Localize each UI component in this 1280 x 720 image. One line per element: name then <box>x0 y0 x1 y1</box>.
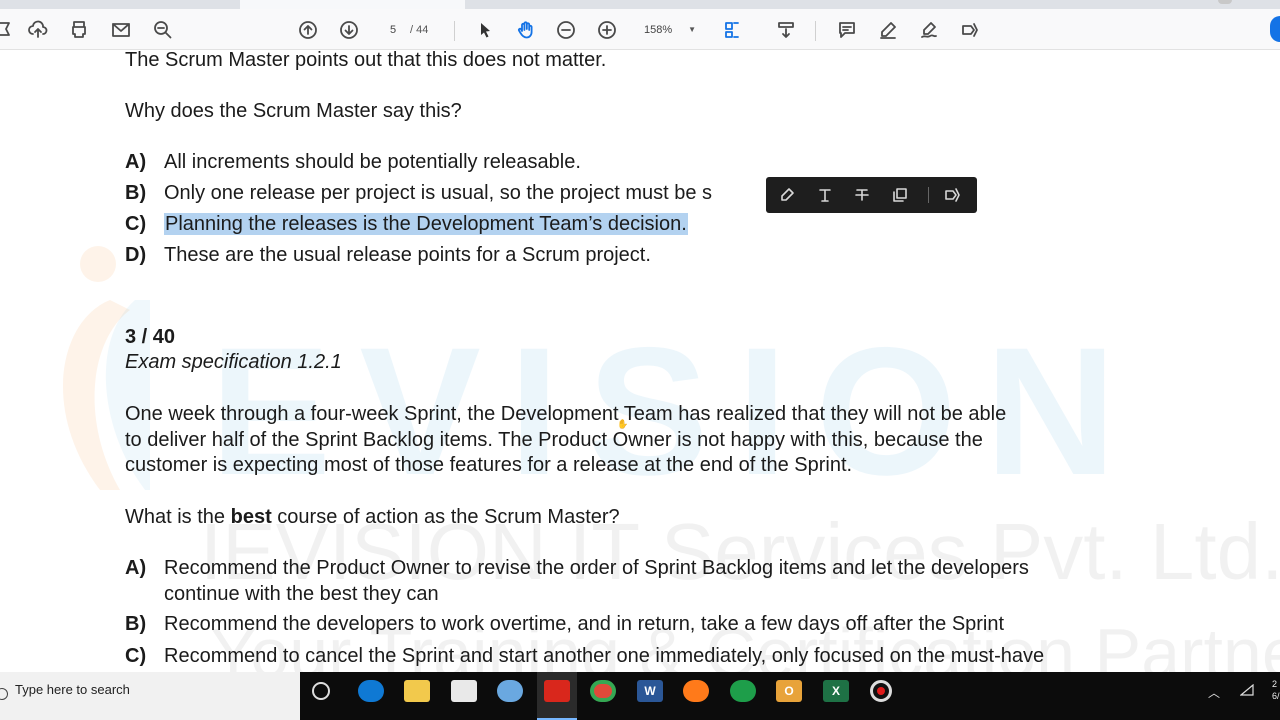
question-3-prompt: What is the best course of action as the… <box>125 505 620 530</box>
q3-option-a-text-2: continue with the best they can <box>164 583 439 605</box>
chat-app-icon[interactable] <box>730 680 756 702</box>
q2-option-b-text: Only one release per project is usual, s… <box>164 182 713 204</box>
zoom-in-icon[interactable] <box>594 17 620 43</box>
outlook-icon[interactable]: O <box>776 680 802 702</box>
copy-text-icon[interactable] <box>890 185 910 205</box>
popup-divider <box>928 187 929 203</box>
q2-option-b-letter: B) <box>125 182 147 204</box>
share-tag-icon[interactable] <box>957 17 983 43</box>
q2-option-c-letter: C) <box>125 213 147 235</box>
store-icon[interactable] <box>451 680 477 702</box>
q2-option-d-letter: D) <box>125 244 147 266</box>
page-total: / 44 <box>410 24 429 36</box>
question-2-prompt: Why does the Scrum Master say this? <box>125 100 462 122</box>
search-icon <box>0 688 8 700</box>
text-annotation-popup <box>766 177 977 213</box>
taskbar-clock[interactable]: 2 6/ <box>1272 678 1280 702</box>
q3-prompt-bold: best <box>230 506 272 528</box>
taskbar-search-placeholder: Type here to search <box>15 682 130 697</box>
chevron-down-icon: ▼ <box>688 25 696 34</box>
account-avatar[interactable] <box>1270 16 1280 42</box>
cortana-icon[interactable] <box>312 682 330 700</box>
q3-option-c-text: Recommend to cancel the Sprint and start… <box>164 645 1045 667</box>
page-number-input[interactable]: 5 <box>382 20 404 40</box>
previous-page-icon[interactable] <box>295 17 321 43</box>
window-control-icon[interactable] <box>1218 0 1232 4</box>
zoom-out-icon[interactable] <box>553 17 579 43</box>
q3-option-a-text-1: Recommend the Product Owner to revise th… <box>164 557 1029 579</box>
windows-taskbar: Type here to search W O X ︿ 2 6/ <box>0 672 1280 720</box>
print-icon[interactable] <box>66 17 92 43</box>
zoom-level-value: 158% <box>644 24 673 36</box>
acrobat-reader-icon[interactable] <box>544 680 570 702</box>
underline-text-icon[interactable] <box>815 185 835 205</box>
comment-icon[interactable] <box>834 17 860 43</box>
next-page-icon[interactable] <box>336 17 362 43</box>
share-tag-icon[interactable] <box>942 185 962 205</box>
q2-option-a-letter: A) <box>125 151 147 173</box>
search-zoom-icon[interactable] <box>150 17 176 43</box>
browser-tab-strip <box>0 0 1280 9</box>
select-cursor-icon[interactable] <box>472 17 498 43</box>
q2-option-c-text[interactable]: Planning the releases is the Development… <box>164 212 688 237</box>
zoom-level-select[interactable]: 158% ▼ <box>632 20 700 40</box>
question-3-number: 3 / 40 <box>125 326 176 348</box>
excel-icon[interactable]: X <box>823 680 849 702</box>
question-3-body-line-1: One week through a four-week Sprint, the… <box>125 403 1007 425</box>
q2-option-d-text: These are the usual release points for a… <box>164 244 651 266</box>
network-icon[interactable] <box>1240 684 1254 696</box>
q3-option-b-letter: B) <box>125 613 147 635</box>
taskbar-search-box[interactable]: Type here to search <box>0 672 300 720</box>
text-selection-highlight[interactable]: Planning the releases is the Development… <box>164 213 688 235</box>
pdf-toolbar: 5 / 44 158% ▼ <box>0 9 1280 50</box>
hand-cursor-icon: ✋ <box>617 419 629 429</box>
word-icon[interactable]: W <box>637 680 663 702</box>
tray-expand-icon[interactable]: ︿ <box>1208 684 1220 701</box>
cloud-app-icon[interactable] <box>497 680 523 702</box>
pdf-page: EVISION IEVISION IT Services Pvt. Ltd. Y… <box>0 50 1280 672</box>
question-3-body-line-2: to deliver half of the Sprint Backlog it… <box>125 429 983 451</box>
q3-option-c-letter: C) <box>125 645 147 667</box>
chrome-icon[interactable] <box>590 680 616 702</box>
q3-option-b-text: Recommend the developers to work overtim… <box>164 613 1005 635</box>
edge-browser-icon[interactable] <box>358 680 384 702</box>
question-3-spec: Exam specification 1.2.1 <box>125 351 342 373</box>
highlight-text-icon[interactable] <box>777 185 797 205</box>
clock-text: 2 6/ <box>1272 679 1280 701</box>
q3-prompt-post: course of action as the Scrum Master? <box>271 506 620 528</box>
toolbar-divider <box>454 21 455 41</box>
highlight-pen-icon[interactable] <box>875 17 901 43</box>
q3-prompt-pre: What is the <box>125 506 231 528</box>
upload-cloud-icon[interactable] <box>25 17 51 43</box>
screen-recorder-icon[interactable] <box>870 680 892 702</box>
hand-tool-icon[interactable] <box>513 17 539 43</box>
sign-icon[interactable] <box>916 17 942 43</box>
question-intro-line: The Scrum Master points out that this do… <box>125 50 607 71</box>
file-explorer-icon[interactable] <box>404 680 430 702</box>
q2-option-a-text: All increments should be potentially rel… <box>164 151 581 173</box>
bookmark-icon[interactable] <box>0 17 18 43</box>
strikethrough-text-icon[interactable] <box>852 185 872 205</box>
scroll-mode-icon[interactable] <box>773 17 799 43</box>
q3-option-a-letter: A) <box>125 557 147 579</box>
question-3-body-line-3: customer is expecting most of those feat… <box>125 454 853 476</box>
email-icon[interactable] <box>108 17 134 43</box>
active-tab[interactable] <box>240 0 465 9</box>
page-layout-icon[interactable] <box>720 17 746 43</box>
firefox-icon[interactable] <box>683 680 709 702</box>
toolbar-divider <box>815 21 816 41</box>
